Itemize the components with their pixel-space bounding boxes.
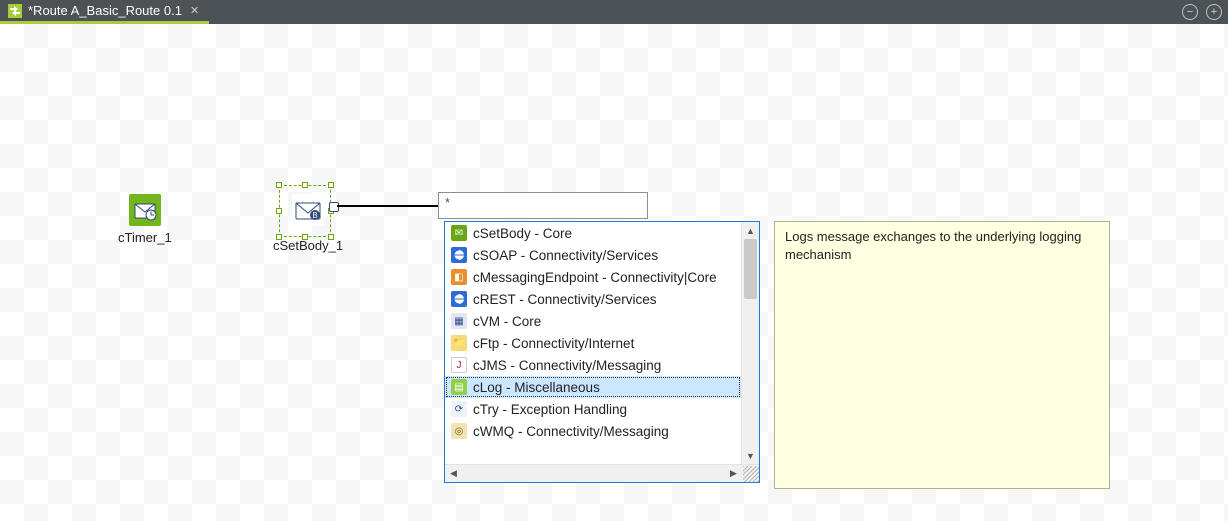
tab-close-icon[interactable]: ✕	[188, 4, 201, 17]
cvm-item-icon: ▦	[451, 313, 467, 329]
minimize-view-icon[interactable]: −	[1182, 4, 1198, 20]
dropdown-item-cmessagingendpoint[interactable]: ◧ cMessagingEndpoint - Connectivity|Core	[445, 266, 741, 288]
cwmq-item-icon: ◎	[451, 423, 467, 439]
csetbody-item-icon: ✉	[451, 225, 467, 241]
node-ctimer[interactable]: cTimer_1	[118, 194, 172, 245]
dropdown-item-clog[interactable]: ▤ cLog - Miscellaneous	[445, 376, 741, 398]
ctimer-icon	[129, 194, 161, 226]
dropdown-item-cftp[interactable]: 📁 cFtp - Connectivity/Internet	[445, 332, 741, 354]
palette-search-value: *	[445, 195, 450, 210]
scroll-up-icon[interactable]: ▲	[742, 222, 759, 239]
cmessagingendpoint-item-icon: ◧	[451, 269, 467, 285]
scroll-left-icon[interactable]: ◀	[445, 468, 462, 479]
tab-route[interactable]: *Route A_Basic_Route 0.1 ✕	[0, 0, 209, 24]
dropdown-scrollbar-vertical[interactable]: ▲ ▼	[741, 222, 759, 464]
tab-bar: *Route A_Basic_Route 0.1 ✕ − +	[0, 0, 1228, 24]
dropdown-item-crest[interactable]: cREST - Connectivity/Services	[445, 288, 741, 310]
cftp-item-icon: 📁	[451, 335, 467, 351]
clog-item-icon: ▤	[451, 379, 467, 395]
connector-line	[337, 205, 440, 207]
scroll-right-icon[interactable]: ▶	[725, 468, 742, 479]
tab-title: *Route A_Basic_Route 0.1	[28, 3, 182, 18]
palette-search-input[interactable]: *	[438, 192, 648, 219]
csetbody-icon: B	[292, 194, 324, 226]
palette-dropdown-list[interactable]: ✉ cSetBody - Core cSOAP - Connectivity/S…	[445, 222, 741, 464]
scroll-thumb-vertical[interactable]	[744, 239, 757, 299]
design-canvas[interactable]: cTimer_1 B cSetBody_1	[0, 24, 1228, 521]
component-tooltip: Logs message exchanges to the underlying…	[774, 221, 1110, 489]
dropdown-item-cvm[interactable]: ▦ cVM - Core	[445, 310, 741, 332]
node-csetbody-label: cSetBody_1	[273, 238, 343, 253]
scroll-down-icon[interactable]: ▼	[742, 447, 759, 464]
node-ctimer-label: cTimer_1	[118, 230, 172, 245]
crest-item-icon	[451, 291, 467, 307]
dropdown-item-cjms[interactable]: J cJMS - Connectivity/Messaging	[445, 354, 741, 376]
maximize-view-icon[interactable]: +	[1206, 4, 1222, 20]
dropdown-item-csoap[interactable]: cSOAP - Connectivity/Services	[445, 244, 741, 266]
connector-endpoint[interactable]	[329, 202, 339, 212]
tooltip-text: Logs message exchanges to the underlying…	[785, 229, 1081, 262]
ctry-item-icon: ⟳	[451, 401, 467, 417]
dropdown-item-csetbody[interactable]: ✉ cSetBody - Core	[445, 222, 741, 244]
dropdown-resizer[interactable]	[743, 466, 759, 482]
cjms-item-icon: J	[451, 357, 467, 373]
palette-dropdown: ✉ cSetBody - Core cSOAP - Connectivity/S…	[444, 221, 760, 483]
dropdown-item-ctry[interactable]: ⟳ cTry - Exception Handling	[445, 398, 741, 420]
csoap-item-icon	[451, 247, 467, 263]
svg-text:B: B	[312, 211, 317, 220]
dropdown-item-cwmq[interactable]: ◎ cWMQ - Connectivity/Messaging	[445, 420, 741, 442]
dropdown-scrollbar-horizontal[interactable]: ◀ ▶	[445, 464, 759, 482]
route-icon	[8, 4, 22, 18]
